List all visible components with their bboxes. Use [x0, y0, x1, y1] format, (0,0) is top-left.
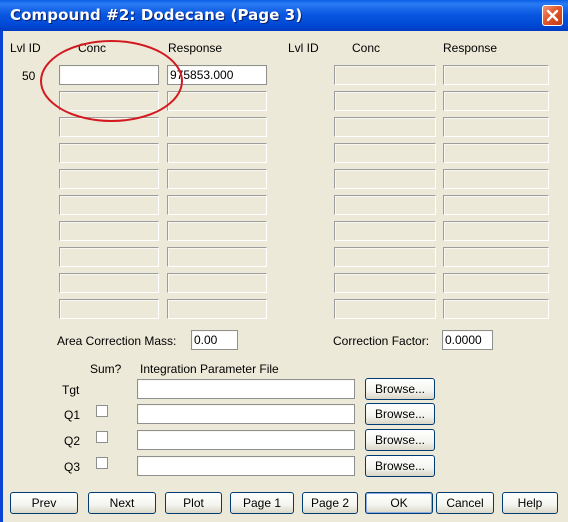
cancel-button[interactable]: Cancel [436, 492, 494, 514]
left-response-field [167, 169, 267, 189]
tgt-browse-button[interactable]: Browse... [365, 378, 435, 400]
dialog-window: Compound #2: Dodecane (Page 3) Lvl ID Co… [0, 0, 568, 522]
q2-file-input[interactable] [140, 432, 335, 448]
right-conc-field [334, 117, 436, 137]
area-correction-mass-input[interactable] [194, 332, 235, 348]
left-conc-field [59, 143, 159, 163]
area-correction-mass-label: Area Correction Mass: [57, 334, 177, 348]
q3-label: Q3 [64, 460, 81, 474]
next-button[interactable]: Next [88, 492, 156, 514]
q1-file-field[interactable] [137, 404, 355, 424]
title-bar[interactable]: Compound #2: Dodecane (Page 3) [0, 0, 568, 31]
q1-browse-button[interactable]: Browse... [365, 403, 435, 425]
left-conc-field [59, 221, 159, 241]
left-response-field [167, 143, 267, 163]
tgt-label: Tgt [62, 383, 80, 397]
q2-label: Q2 [64, 434, 81, 448]
left-conc-input[interactable] [62, 67, 151, 83]
left-lvlid-header: Lvl ID [10, 41, 41, 55]
right-response-field [443, 169, 549, 189]
close-icon [546, 9, 559, 22]
left-response-field[interactable] [167, 65, 267, 85]
q1-label: Q1 [64, 408, 81, 422]
left-conc-header: Conc [78, 41, 107, 55]
right-conc-field [334, 221, 436, 241]
left-conc-field [59, 195, 159, 215]
left-response-field [167, 299, 267, 319]
right-conc-header: Conc [352, 41, 381, 55]
integration-file-header: Integration Parameter File [140, 362, 279, 376]
right-conc-field [334, 299, 436, 319]
left-response-header: Response [168, 41, 223, 55]
left-response-field [167, 273, 267, 293]
right-response-field [443, 299, 549, 319]
page2-button[interactable]: Page 2 [302, 492, 358, 514]
right-response-header: Response [443, 41, 498, 55]
right-lvlid-header: Lvl ID [288, 41, 319, 55]
left-conc-field [59, 169, 159, 189]
left-conc-field [59, 117, 159, 137]
q1-sum-checkbox[interactable] [96, 405, 108, 417]
correction-factor-input[interactable] [445, 332, 490, 348]
left-conc-field [59, 273, 159, 293]
right-conc-field [334, 195, 436, 215]
page1-button[interactable]: Page 1 [230, 492, 294, 514]
right-conc-field [334, 169, 436, 189]
right-response-field [443, 65, 549, 85]
right-conc-field [334, 91, 436, 111]
right-response-field [443, 247, 549, 267]
left-conc-field [59, 299, 159, 319]
prev-button[interactable]: Prev [10, 492, 78, 514]
q2-file-field[interactable] [137, 430, 355, 450]
left-conc-field [59, 91, 159, 111]
right-response-field [443, 91, 549, 111]
right-conc-field [334, 65, 436, 85]
window-frame [0, 31, 3, 522]
q1-file-input[interactable] [140, 406, 335, 422]
window-title: Compound #2: Dodecane (Page 3) [10, 6, 303, 24]
left-response-input[interactable] [170, 67, 259, 83]
left-conc-field[interactable] [59, 65, 159, 85]
plot-button[interactable]: Plot [165, 492, 222, 514]
right-conc-field [334, 247, 436, 267]
right-response-field [443, 117, 549, 137]
right-response-field [443, 273, 549, 293]
left-response-field [167, 247, 267, 267]
area-correction-mass-field[interactable] [191, 330, 238, 350]
q3-file-input[interactable] [140, 458, 335, 474]
left-response-field [167, 221, 267, 241]
q2-browse-button[interactable]: Browse... [365, 429, 435, 451]
help-button[interactable]: Help [502, 492, 558, 514]
right-response-field [443, 221, 549, 241]
left-row-lvlid: 50 [22, 69, 36, 83]
close-button[interactable] [542, 5, 563, 26]
right-response-field [443, 143, 549, 163]
left-response-field [167, 91, 267, 111]
q3-file-field[interactable] [137, 456, 355, 476]
tgt-file-input[interactable] [140, 381, 335, 397]
ok-button[interactable]: OK [365, 492, 433, 514]
right-conc-field [334, 143, 436, 163]
right-response-field [443, 195, 549, 215]
left-conc-field [59, 247, 159, 267]
right-conc-field [334, 273, 436, 293]
sum-header: Sum? [90, 362, 122, 376]
left-response-field [167, 195, 267, 215]
tgt-file-field[interactable] [137, 379, 355, 399]
q2-sum-checkbox[interactable] [96, 431, 108, 443]
q3-browse-button[interactable]: Browse... [365, 455, 435, 477]
correction-factor-label: Correction Factor: [333, 334, 430, 348]
left-response-field [167, 117, 267, 137]
q3-sum-checkbox[interactable] [96, 457, 108, 469]
correction-factor-field[interactable] [442, 330, 493, 350]
